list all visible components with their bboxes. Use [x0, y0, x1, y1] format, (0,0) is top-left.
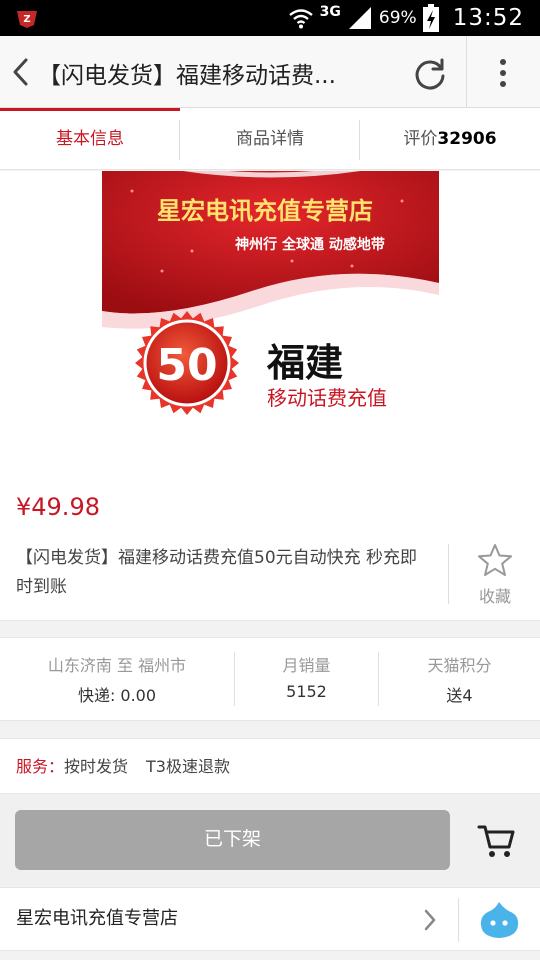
service-row[interactable]: 服务：按时发货 T3极速退款 — [0, 738, 540, 794]
banner-slogans: 神州行 全球通 动感地带 — [235, 236, 385, 253]
divider — [466, 36, 467, 108]
service-label: 服务： — [16, 757, 65, 776]
tab-label: 商品详情 — [236, 129, 304, 149]
status-bar: Z 3G 69% 13:52 — [0, 0, 540, 36]
tmall-points-label: 天猫积分 — [427, 656, 492, 675]
battery-percent: 69% — [378, 8, 417, 28]
clock: 13:52 — [452, 5, 524, 31]
banner-province: 福建 — [266, 341, 343, 385]
tab-product-details[interactable]: 商品详情 — [180, 108, 360, 170]
tab-label: 基本信息 — [56, 129, 124, 149]
favorite-label: 收藏 — [478, 587, 511, 606]
shipping-info: 山东济南 至 福州市 快递: 0.00 — [0, 652, 234, 706]
star-icon — [478, 544, 512, 576]
divider — [458, 898, 459, 942]
banner-product-type: 移动话费充值 — [267, 386, 387, 410]
banner-amount: 50 — [156, 340, 217, 391]
tab-bar: 基本信息 商品详情 评价32906 — [0, 108, 540, 170]
service-item: T3极速退款 — [146, 757, 230, 776]
back-icon[interactable] — [6, 54, 36, 90]
signal-icon — [348, 7, 371, 29]
battery-charging-icon — [422, 4, 439, 32]
shop-row[interactable]: 星宏电讯充值专营店 — [0, 887, 540, 951]
title-bar: 【闪电发货】福建移动话费... — [0, 36, 540, 108]
monthly-sales-value: 5152 — [286, 682, 327, 701]
product-title: 【闪电发货】福建移动话费充值50元自动快充 秒充即时到账 — [16, 548, 418, 597]
action-bar: 已下架 — [0, 795, 540, 885]
product-price: ¥49.98 — [16, 493, 100, 521]
cart-icon[interactable] — [476, 821, 516, 861]
review-count: 32906 — [437, 129, 497, 149]
product-card: 星宏电讯充值专营店 神州行 全球通 动感地带 50 福建 移动话费充值 ¥49.… — [0, 171, 540, 621]
page-title: 【闪电发货】福建移动话费... — [38, 63, 336, 89]
shipping-sales-stats: 山东济南 至 福州市 快递: 0.00 月销量 5152 天猫积分 送4 — [0, 637, 540, 721]
favorite-button[interactable]: 收藏 — [466, 543, 524, 607]
delisted-button[interactable]: 已下架 — [15, 810, 450, 870]
tab-basic-info[interactable]: 基本信息 — [0, 108, 180, 170]
refresh-icon[interactable] — [412, 56, 448, 92]
shipping-fee: 快递: 0.00 — [77, 686, 157, 705]
shop-name: 星宏电讯充值专营店 — [16, 908, 178, 929]
tab-reviews[interactable]: 评价32906 — [360, 108, 540, 170]
app-notification-icon: Z — [17, 11, 37, 28]
chat-icon[interactable] — [478, 900, 520, 940]
wifi-icon — [288, 9, 313, 29]
tmall-points: 天猫积分 送4 — [379, 652, 540, 706]
network-type: 3G — [319, 4, 341, 20]
banner-badge: 50 — [135, 311, 239, 415]
service-item: 按时发货 — [64, 757, 129, 776]
tab-label: 评价 — [403, 129, 438, 149]
more-vertical-icon[interactable] — [496, 56, 510, 90]
chevron-right-icon — [424, 909, 436, 931]
shipping-route: 山东济南 至 福州市 — [47, 656, 187, 675]
monthly-sales-label: 月销量 — [282, 656, 331, 675]
svg-text:Z: Z — [23, 14, 30, 25]
tmall-points-value: 送4 — [446, 686, 473, 705]
divider — [448, 544, 449, 604]
banner-store-name: 星宏电讯充值专营店 — [157, 197, 373, 225]
product-image[interactable]: 星宏电讯充值专营店 神州行 全球通 动感地带 50 福建 移动话费充值 — [102, 171, 439, 431]
monthly-sales: 月销量 5152 — [235, 652, 378, 701]
